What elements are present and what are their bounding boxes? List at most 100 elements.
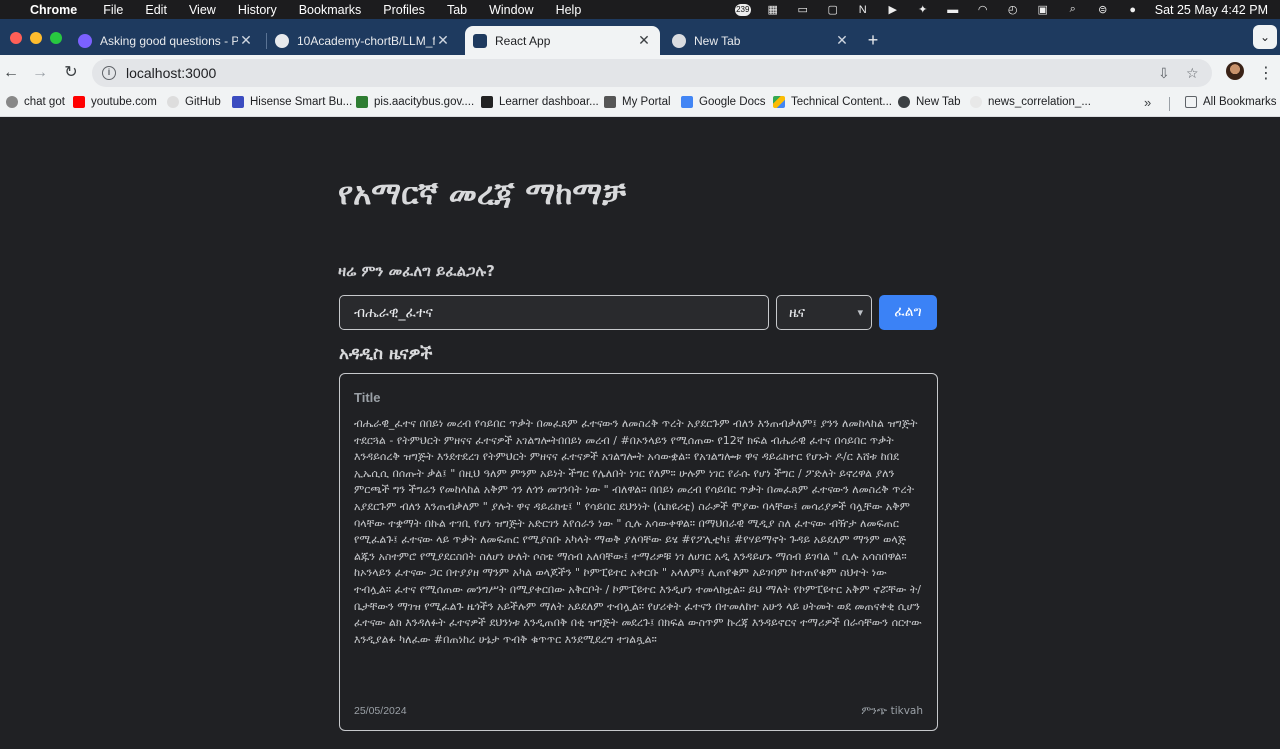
reload-icon[interactable]: ↻ [60,63,82,83]
tab-react-app[interactable]: React App ✕ [465,26,660,55]
presentation-favicon-icon [78,33,92,48]
bookmark-label: Learner dashboar... [499,96,599,108]
menu-help[interactable]: Help [556,3,582,17]
github-favicon-icon [275,33,289,48]
close-window-icon[interactable] [10,32,22,44]
news-card[interactable]: Title ብሔራዊ_ፈተና በበይነ መረብ የሳይበር ጥቃት በመፈጸም … [339,373,938,731]
bookmark-label: youtube.com [91,96,157,108]
bookmark-label: My Portal [622,96,671,108]
news-card-title: Title [354,390,381,405]
bus-icon [356,96,368,108]
menu-file[interactable]: File [103,3,123,17]
bookmark-label: news_correlation_... [988,96,1091,108]
menu-tab[interactable]: Tab [447,3,467,17]
vpn-icon[interactable]: ✦ [915,4,931,16]
search-input[interactable] [339,295,769,330]
bookmark-label: Google Docs [699,96,766,108]
address-bar[interactable]: i localhost:3000 ⇩ ☆ [92,59,1212,87]
alx-icon [481,96,493,108]
spotlight-search-icon[interactable]: ⌕ [1065,3,1081,16]
tab-title: Asking good questions - Pres [100,33,238,48]
news-card-source: ምንጭ tikvah [861,705,923,717]
notion-icon[interactable]: N [855,4,871,16]
bookmark-label: New Tab [916,96,961,108]
bookmark-technical-content[interactable]: Technical Content... [773,96,892,108]
menu-bookmarks[interactable]: Bookmarks [299,3,362,17]
bookmark-chat-got[interactable]: chat got [6,96,65,108]
portal-icon [604,96,616,108]
menu-window[interactable]: Window [489,3,533,17]
chrome-favicon-icon [672,33,686,48]
maximize-window-icon[interactable] [50,32,62,44]
bookmark-my-portal[interactable]: My Portal [604,96,671,108]
tab-search-chevron-icon[interactable]: ⌄ [1253,25,1277,49]
siri-icon[interactable]: ● [1125,4,1141,16]
bookmark-label: chat got [24,96,65,108]
screen-mirroring-icon[interactable]: ▣ [1035,4,1051,16]
menu-profiles[interactable]: Profiles [383,3,425,17]
bookmark-label: Technical Content... [791,96,893,108]
bookmark-pis-aacitybus[interactable]: pis.aacitybus.gov.... [356,96,474,108]
new-tab-plus-icon[interactable]: + [862,29,884,51]
menu-clock[interactable]: Sat 25 May 4:42 PM [1155,3,1268,17]
profile-avatar[interactable] [1226,62,1244,80]
install-app-icon[interactable]: ⇩ [1158,65,1170,82]
tab-asking-good-questions[interactable]: Asking good questions - Pres ✕ [70,26,262,55]
tab-github-repo[interactable]: 10Academy-chortB/LLM_fine ✕ [267,26,459,55]
tab-title: React App [495,33,551,48]
bookmarks-divider [1169,97,1170,111]
react-favicon-icon [473,33,487,48]
macos-menu-bar: Chrome File Edit View History Bookmarks … [0,0,1280,19]
browser-tab-strip: Asking good questions - Pres ✕ 10Academy… [0,19,1280,55]
category-selected-value: ዜና [789,304,806,321]
close-tab-icon[interactable]: ✕ [238,32,254,49]
bookmark-news-correlation[interactable]: news_correlation_... [970,96,1091,108]
chrome-menu-icon[interactable]: ⋮ [1258,63,1274,83]
search-prompt-label: ዛሬ ምን መፈለግ ይፈልጋሉ? [338,262,495,280]
news-card-body: ብሔራዊ_ፈተና በበይነ መረብ የሳይበር ጥቃት በመፈጸም ፈተናውን … [354,417,922,646]
search-button[interactable]: ፈልግ [879,295,937,330]
menu-history[interactable]: History [238,3,277,17]
close-tab-icon[interactable]: ✕ [834,32,850,49]
menu-view[interactable]: View [189,3,216,17]
time-machine-icon[interactable]: ◴ [1005,4,1021,16]
bookmark-label: Hisense Smart Bu... [250,96,353,108]
bookmark-new-tab[interactable]: New Tab [898,96,961,108]
latest-news-heading: አዳዲስ ዜናዎች [339,344,433,364]
menu-edit[interactable]: Edit [145,3,167,17]
battery-icon[interactable]: ▬ [945,4,961,16]
site-info-icon[interactable]: i [102,66,116,80]
bookmark-learner-dashboard[interactable]: Learner dashboar... [481,96,599,108]
more-bookmarks-icon[interactable]: » [1144,95,1151,110]
address-url[interactable]: localhost:3000 [126,65,216,81]
gear-icon [6,96,18,108]
tab-title: New Tab [694,33,741,48]
notification-count-icon[interactable]: 239 [734,3,751,16]
bookmarks-bar: chat got youtube.com GitHub Hisense Smar… [0,91,1280,117]
back-arrow-icon[interactable]: ← [0,63,22,83]
forward-arrow-icon[interactable]: → [29,63,51,83]
minimize-window-icon[interactable] [30,32,42,44]
all-bookmarks-folder[interactable]: All Bookmarks [1185,96,1277,108]
menu-app-name[interactable]: Chrome [30,3,77,17]
close-tab-icon[interactable]: ✕ [636,32,652,49]
play-icon[interactable]: ▶ [885,4,901,16]
wifi-icon[interactable]: ◠ [975,4,991,16]
grid-app-icon[interactable]: ▦ [765,4,781,16]
docs-icon [681,96,693,108]
chevron-down-icon: ▾ [857,306,863,319]
bookmark-star-icon[interactable]: ☆ [1186,65,1199,82]
bookmark-google-docs[interactable]: Google Docs [681,96,765,108]
drive-icon [773,96,785,108]
close-tab-icon[interactable]: ✕ [435,32,451,49]
folder-icon [1185,96,1197,108]
bookmark-youtube[interactable]: youtube.com [73,96,157,108]
window-icon[interactable]: ▢ [825,4,841,16]
bookmark-hisense[interactable]: Hisense Smart Bu... [232,96,352,108]
tab-new-tab[interactable]: New Tab ✕ [664,26,858,55]
control-center-icon[interactable]: ⊜ [1095,4,1111,16]
github-icon [167,96,179,108]
bookmark-github[interactable]: GitHub [167,96,221,108]
screen-icon[interactable]: ▭ [795,4,811,16]
category-select[interactable]: ዜና ▾ [776,295,872,330]
